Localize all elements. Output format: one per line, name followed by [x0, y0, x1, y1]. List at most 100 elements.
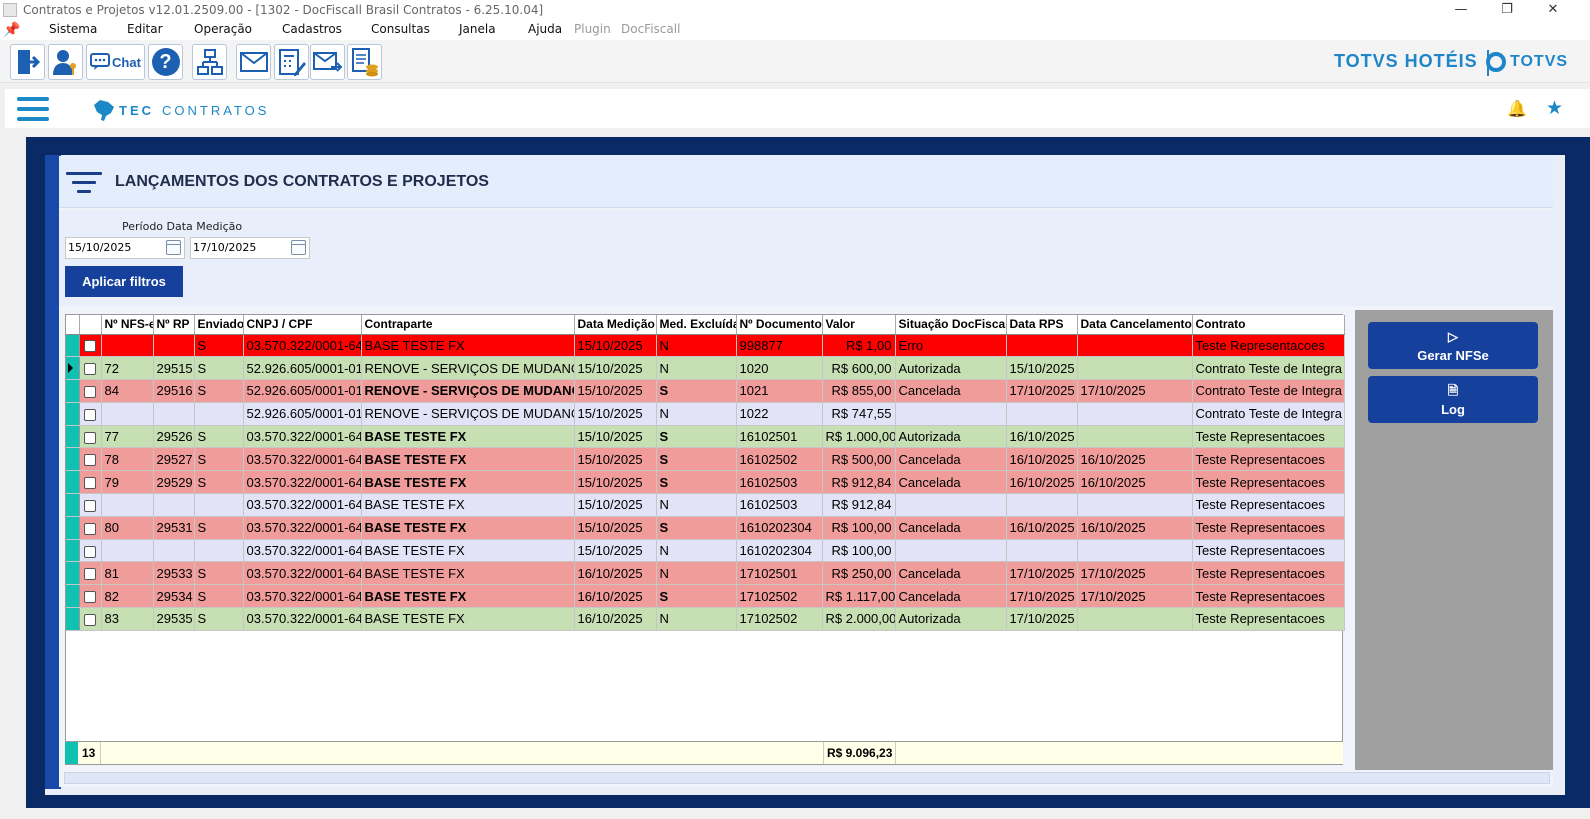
- notification-bell-icon[interactable]: 🔔: [1507, 99, 1527, 118]
- launches-grid[interactable]: Nº NFS-e Nº RP Enviado CNPJ / CPF Contra…: [65, 314, 1345, 765]
- pin-icon[interactable]: 📌: [3, 21, 21, 39]
- cell-nfse: 72: [101, 356, 154, 381]
- col-header-situacao[interactable]: Situação DocFiscall: [895, 315, 1007, 335]
- row-checkbox[interactable]: [84, 340, 96, 353]
- col-header-data-medicao[interactable]: Data Medição: [574, 315, 657, 335]
- row-selector[interactable]: [66, 493, 80, 517]
- row-checkbox[interactable]: [84, 454, 96, 467]
- row-selector[interactable]: [66, 561, 80, 586]
- row-checkbox[interactable]: [84, 545, 96, 558]
- cell-valor: R$ 600,00: [822, 356, 896, 381]
- row-checkbox[interactable]: [84, 408, 96, 421]
- table-row[interactable]: 03.570.322/0001-64 BASE TESTE FX 15/10/202…: [66, 539, 1345, 563]
- col-header-cnpj[interactable]: CNPJ / CPF: [243, 315, 362, 335]
- col-header-nfse[interactable]: Nº NFS-e: [101, 315, 154, 335]
- cell-rp: 29535: [153, 607, 195, 631]
- chat-button[interactable]: Chat: [86, 44, 145, 80]
- col-header-contrato[interactable]: Contrato: [1192, 315, 1345, 335]
- minimize-button[interactable]: —: [1438, 0, 1484, 19]
- table-row[interactable]: 72 29515 S 52.926.605/0001-01 RENOVE - SERVI…: [66, 356, 1345, 381]
- row-selector[interactable]: [66, 334, 80, 358]
- col-header-enviado[interactable]: Enviado: [194, 315, 244, 335]
- hamburger-menu-icon[interactable]: [17, 97, 49, 121]
- row-selector[interactable]: [66, 470, 80, 495]
- help-button[interactable]: ?: [148, 44, 183, 80]
- col-header-contraparte[interactable]: Contraparte: [361, 315, 575, 335]
- table-row[interactable]: 83 29535 S 03.570.322/0001-64 BASE TESTE FX 1…: [66, 607, 1345, 631]
- date-from-field[interactable]: 15/10/2025: [65, 237, 185, 259]
- cell-data-medicao: 15/10/2025: [574, 425, 657, 449]
- generate-nfse-button[interactable]: ▷ Gerar NFSe: [1368, 322, 1538, 369]
- row-checkbox[interactable]: [84, 522, 96, 535]
- favorite-star-icon[interactable]: ★: [1546, 97, 1563, 119]
- menu-item-sistema[interactable]: Sistema: [49, 19, 97, 40]
- menu-item-consultas[interactable]: Consultas: [371, 19, 430, 40]
- table-row[interactable]: 84 29516 S 52.926.605/0001-01 RENOVE - SERVI…: [66, 379, 1345, 403]
- calculator-edit-icon[interactable]: [274, 44, 309, 80]
- restore-button[interactable]: ❐: [1484, 0, 1530, 19]
- send-icon: ▷: [1448, 328, 1458, 344]
- cell-documento: 998877: [736, 334, 823, 358]
- col-header-data-cancelamento[interactable]: Data Cancelamento: [1077, 315, 1193, 335]
- exit-icon[interactable]: [10, 44, 45, 80]
- cell-data-rps: 15/10/2025: [1006, 356, 1078, 381]
- row-checkbox[interactable]: [84, 500, 96, 513]
- row-selector[interactable]: [66, 425, 80, 449]
- org-chart-icon[interactable]: [192, 44, 227, 80]
- row-selector[interactable]: [66, 402, 80, 426]
- row-checkbox[interactable]: [84, 363, 96, 376]
- row-checkbox[interactable]: [84, 568, 96, 581]
- table-row[interactable]: 79 29529 S 03.570.322/0001-64 BASE TESTE FX 1…: [66, 470, 1345, 495]
- mail-icon[interactable]: [236, 44, 271, 80]
- cell-situacao: Cancelada: [895, 561, 1007, 586]
- menu-item-opera-o[interactable]: Operação: [194, 19, 252, 40]
- grid-header-check[interactable]: [79, 315, 102, 335]
- row-checkbox[interactable]: [84, 614, 96, 627]
- row-selector[interactable]: [66, 584, 80, 609]
- cell-contraparte: RENOVE - SERVIÇOS DE MUDANCA: [361, 402, 575, 426]
- grid-header-row: Nº NFS-e Nº RP Enviado CNPJ / CPF Contra…: [66, 315, 1345, 335]
- table-row[interactable]: 52.926.605/0001-01 RENOVE - SERVIÇOS DE M…: [66, 402, 1345, 426]
- log-button[interactable]: 🗎 Log: [1368, 376, 1538, 423]
- row-selector[interactable]: [66, 447, 80, 472]
- row-selector[interactable]: [66, 539, 80, 563]
- menu-item-cadastros[interactable]: Cadastros: [282, 19, 342, 40]
- table-row[interactable]: 77 29526 S 03.570.322/0001-64 BASE TESTE FX 1…: [66, 425, 1345, 449]
- row-selector[interactable]: [66, 379, 80, 403]
- documents-coins-icon[interactable]: [347, 44, 382, 80]
- row-selector[interactable]: [66, 356, 80, 381]
- table-row[interactable]: 81 29533 S 03.570.322/0001-64 BASE TESTE FX 1…: [66, 561, 1345, 586]
- col-header-documento[interactable]: Nº Documento: [736, 315, 823, 335]
- col-header-med-excluida[interactable]: Med. Excluída: [656, 315, 737, 335]
- apply-filters-button[interactable]: Aplicar filtros: [65, 266, 183, 297]
- col-header-rp[interactable]: Nº RP: [153, 315, 195, 335]
- cell-contrato: Teste Representacoes: [1192, 516, 1345, 540]
- col-header-data-rps[interactable]: Data RPS: [1006, 315, 1078, 335]
- row-checkbox[interactable]: [84, 591, 96, 604]
- table-row[interactable]: 80 29531 S 03.570.322/0001-64 BASE TESTE FX 1…: [66, 516, 1345, 540]
- calendar-icon[interactable]: [291, 240, 306, 255]
- menu-item-ajuda[interactable]: Ajuda: [528, 19, 562, 40]
- date-to-field[interactable]: 17/10/2025: [190, 237, 310, 259]
- cell-nfse: 84: [101, 379, 154, 403]
- bottom-scrollbar[interactable]: [64, 772, 1550, 784]
- cell-documento: 1610202304: [736, 516, 823, 540]
- cell-nfse: [101, 402, 154, 426]
- row-checkbox[interactable]: [84, 386, 96, 399]
- calendar-icon[interactable]: [166, 240, 181, 255]
- row-selector[interactable]: [66, 607, 80, 631]
- col-header-valor[interactable]: Valor: [822, 315, 896, 335]
- table-row[interactable]: S 03.570.322/0001-64 BASE TESTE FX 15/10/20…: [66, 334, 1345, 358]
- row-checkbox[interactable]: [84, 431, 96, 444]
- send-mail-icon[interactable]: [310, 44, 345, 80]
- cell-cnpj: 03.570.322/0001-64: [243, 493, 362, 517]
- table-row[interactable]: 03.570.322/0001-64 BASE TESTE FX 15/10/202…: [66, 493, 1345, 517]
- row-checkbox[interactable]: [84, 477, 96, 490]
- table-row[interactable]: 78 29527 S 03.570.322/0001-64 BASE TESTE FX 1…: [66, 447, 1345, 472]
- row-selector[interactable]: [66, 516, 80, 540]
- menu-item-janela[interactable]: Janela: [459, 19, 496, 40]
- user-key-icon[interactable]: [48, 44, 83, 80]
- close-button[interactable]: ✕: [1530, 0, 1576, 19]
- menu-item-editar[interactable]: Editar: [127, 19, 163, 40]
- table-row[interactable]: 82 29534 S 03.570.322/0001-64 BASE TESTE FX 1…: [66, 584, 1345, 609]
